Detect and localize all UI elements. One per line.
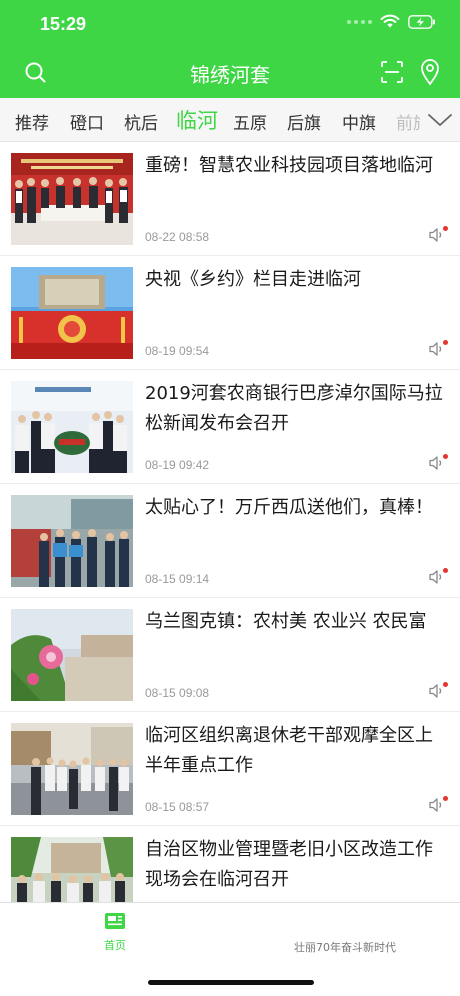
- unread-dot: [443, 682, 448, 687]
- news-title: 临河区组织离退休老干部观摩全区上半年重点工作: [145, 725, 433, 776]
- news-thumbnail: [11, 381, 133, 473]
- tab-recommend[interactable]: 推荐: [15, 109, 49, 134]
- news-title: 央视《乡约》栏目走进临河: [145, 269, 361, 290]
- signal-icon: [347, 19, 372, 24]
- list-item[interactable]: 临河区组织离退休老干部观摩全区上半年重点工作 08-15 08:57: [0, 712, 460, 826]
- news-thumbnail: [11, 153, 133, 245]
- status-time: 15:29: [40, 14, 87, 34]
- unread-dot: [443, 454, 448, 459]
- news-title: 太贴心了！万斤西瓜送他们，真棒！: [145, 497, 433, 518]
- news-thumbnail: [11, 267, 133, 359]
- news-thumbnail: [11, 837, 133, 902]
- location-icon[interactable]: [418, 58, 442, 86]
- read-aloud-button[interactable]: [428, 226, 448, 244]
- unread-dot: [443, 340, 448, 345]
- status-bar: 15:29: [0, 0, 460, 46]
- news-time: 08-19 09:54: [145, 344, 210, 358]
- news-time: 08-15 09:14: [145, 572, 210, 586]
- scan-icon[interactable]: [380, 60, 404, 84]
- tab-dengkou[interactable]: 磴口: [70, 109, 104, 134]
- tab-home-label: 首页: [104, 939, 126, 952]
- unread-dot: [443, 568, 448, 573]
- news-thumbnail: [11, 495, 133, 587]
- read-aloud-button[interactable]: [428, 454, 448, 472]
- read-aloud-button[interactable]: [428, 340, 448, 358]
- news-title: 重磅！智慧农业科技园项目落地临河: [145, 155, 433, 176]
- channel-tabs: 推荐 磴口 杭后 临河 五原 后旗 中旗 前旗: [0, 98, 460, 142]
- expand-tabs-button[interactable]: [420, 98, 460, 141]
- read-aloud-button[interactable]: [428, 796, 448, 814]
- read-aloud-button[interactable]: [428, 568, 448, 586]
- news-title: 自治区物业管理暨老旧小区改造工作现场会在临河召开: [145, 839, 433, 890]
- read-aloud-button[interactable]: [428, 682, 448, 700]
- list-item[interactable]: 自治区物业管理暨老旧小区改造工作现场会在临河召开: [0, 826, 460, 902]
- list-item[interactable]: 央视《乡约》栏目走进临河 08-19 09:54: [0, 256, 460, 370]
- list-item[interactable]: 2019河套农商银行巴彦淖尔国际马拉松新闻发布会召开 08-19 09:42: [0, 370, 460, 484]
- navigation-bar: 锦绣河套: [0, 46, 460, 98]
- tab-hanghou[interactable]: 杭后: [124, 109, 158, 134]
- tab-houqi[interactable]: 后旗: [287, 109, 321, 134]
- news-list: 重磅！智慧农业科技园项目落地临河 08-22 08:58 央视《乡约》栏目走进临…: [0, 142, 460, 902]
- tab-wuyuan[interactable]: 五原: [233, 109, 267, 134]
- news-thumbnail: [11, 723, 133, 815]
- news-time: 08-22 08:58: [145, 230, 210, 244]
- home-indicator: [148, 980, 314, 985]
- news-home-icon: [105, 913, 125, 929]
- chevron-down-icon: [428, 114, 452, 126]
- tab-linhe[interactable]: 临河: [176, 105, 218, 135]
- tab-zhongqi[interactable]: 中旗: [342, 109, 376, 134]
- tab-70-years[interactable]: 壮丽70年奋斗新时代: [270, 937, 420, 955]
- news-time: 08-15 09:08: [145, 686, 210, 700]
- unread-dot: [443, 226, 448, 231]
- battery-icon: [408, 14, 435, 29]
- tab-70-years-label: 壮丽70年奋斗新时代: [294, 941, 396, 954]
- unread-dot: [443, 796, 448, 801]
- status-icons: [347, 14, 436, 29]
- wifi-icon: [380, 14, 400, 28]
- news-title: 乌兰图克镇：农村美 农业兴 农民富: [145, 611, 427, 632]
- news-time: 08-19 09:42: [145, 458, 210, 472]
- list-item[interactable]: 乌兰图克镇：农村美 农业兴 农民富 08-15 09:08: [0, 598, 460, 712]
- list-item[interactable]: 重磅！智慧农业科技园项目落地临河 08-22 08:58: [0, 142, 460, 256]
- news-thumbnail: [11, 609, 133, 701]
- app-header: 15:29 锦绣河套: [0, 0, 460, 98]
- tab-home[interactable]: 首页: [80, 911, 150, 953]
- list-item[interactable]: 太贴心了！万斤西瓜送他们，真棒！ 08-15 09:14: [0, 484, 460, 598]
- news-title: 2019河套农商银行巴彦淖尔国际马拉松新闻发布会召开: [145, 383, 443, 434]
- news-time: 08-15 08:57: [145, 800, 210, 814]
